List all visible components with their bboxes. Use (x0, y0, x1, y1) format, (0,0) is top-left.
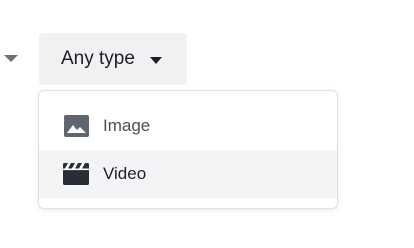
chevron-down-icon[interactable] (4, 55, 18, 62)
type-filter-dropdown[interactable]: Any type (39, 33, 187, 85)
page: Any type Image Video (0, 0, 414, 248)
clapperboard-icon (63, 162, 89, 186)
menu-item-video[interactable]: Video (39, 150, 337, 198)
type-dropdown-menu: Image Video (38, 90, 338, 209)
type-filter-label: Any type (61, 48, 135, 69)
menu-item-label: Video (103, 164, 147, 183)
chevron-down-icon (149, 56, 162, 64)
menu-item-image[interactable]: Image (39, 102, 337, 150)
menu-item-label: Image (103, 116, 151, 135)
image-icon (63, 114, 89, 138)
